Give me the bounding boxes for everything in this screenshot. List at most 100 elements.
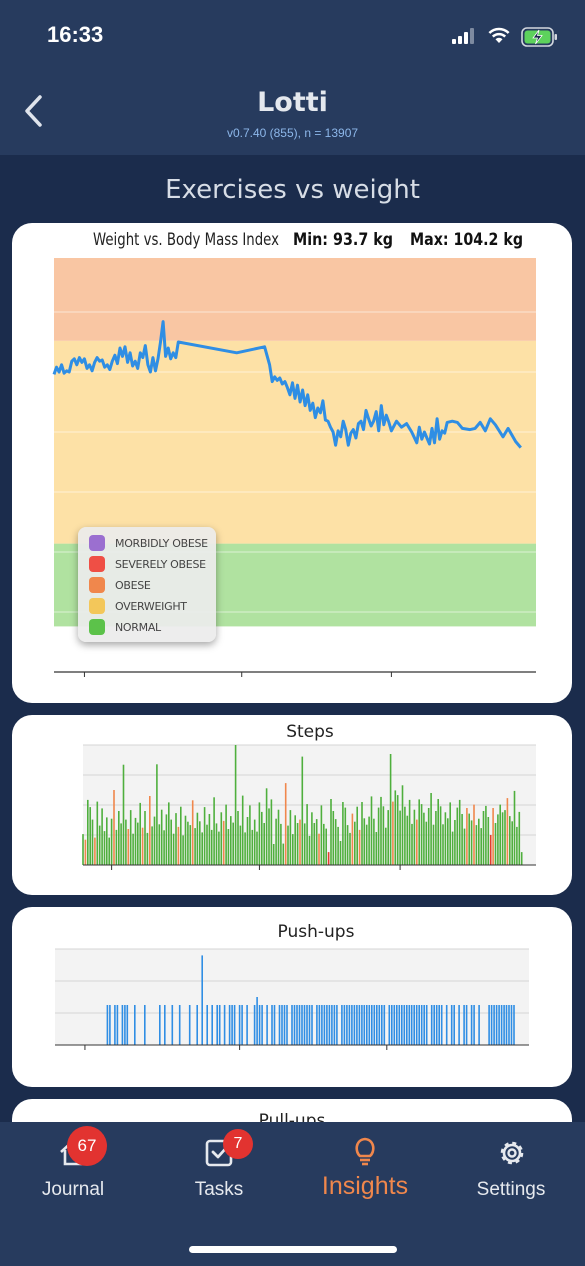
steps-bar	[444, 812, 447, 865]
pushups-bar	[233, 1005, 236, 1045]
pushups-bar	[328, 1005, 331, 1045]
steps-bar	[375, 832, 378, 865]
pushups-bar	[410, 1005, 413, 1045]
steps-bar	[504, 810, 506, 865]
pushups-bar	[293, 1005, 296, 1045]
pushups-bar	[381, 1005, 383, 1045]
pushups-bar	[438, 1005, 440, 1045]
steps-bar	[203, 807, 206, 865]
tab-journal[interactable]: 67 Journal	[3, 1122, 143, 1222]
pushups-bar	[291, 1005, 293, 1045]
steps-bar	[256, 831, 258, 865]
steps-bar	[406, 815, 409, 865]
tab-insights[interactable]: Insights	[295, 1122, 435, 1222]
wifi-icon	[488, 27, 510, 43]
steps-bar	[156, 764, 158, 865]
pushups-bar	[341, 1005, 343, 1045]
steps-bar	[120, 823, 122, 865]
pushups-bar	[495, 1005, 498, 1045]
steps-bar	[158, 824, 161, 865]
steps-bar	[437, 799, 439, 865]
pushups-bar	[109, 1005, 111, 1045]
steps-bar	[187, 821, 189, 865]
pushups-bar	[440, 1005, 443, 1045]
steps-bar	[325, 828, 327, 865]
pushups-bar	[430, 1005, 433, 1045]
steps-bar	[122, 764, 125, 865]
steps-bar	[430, 793, 432, 865]
legend-item-morbidly-obese: MORBIDLY OBESE	[89, 533, 208, 553]
pushups-bar	[458, 1005, 460, 1045]
steps-bar	[272, 844, 275, 865]
journal-badge: 67	[67, 1126, 107, 1166]
pushups-bar	[281, 1005, 283, 1045]
pushups-bar	[503, 1005, 505, 1045]
steps-bar	[194, 828, 196, 865]
pushups-bar	[124, 1005, 126, 1045]
pushups-bar	[388, 1005, 391, 1045]
legend-swatch	[89, 556, 105, 572]
steps-bar	[251, 829, 254, 865]
pushups-bar	[403, 1005, 406, 1045]
pushups-bar	[423, 1005, 425, 1045]
legend-swatch	[89, 577, 105, 593]
pushups-bar	[383, 1005, 386, 1045]
pushups-bar	[306, 1005, 308, 1045]
steps-bar	[244, 832, 246, 865]
pushups-bar	[498, 1005, 500, 1045]
steps-bar	[237, 811, 239, 865]
steps-bar	[511, 821, 513, 865]
steps-bar	[180, 806, 182, 865]
steps-bar	[163, 830, 165, 865]
steps-bar	[299, 819, 301, 865]
tab-settings[interactable]: Settings	[441, 1122, 581, 1222]
steps-bar	[451, 831, 454, 865]
steps-bar	[497, 814, 499, 865]
pushups-bar	[343, 1005, 346, 1045]
steps-bar	[196, 812, 199, 865]
steps-bar	[215, 823, 218, 865]
steps-bar	[82, 834, 84, 865]
tab-tasks[interactable]: 7 Tasks	[149, 1122, 289, 1222]
steps-bar	[284, 783, 287, 865]
steps-bar	[139, 802, 141, 865]
pushups-bar	[283, 1005, 286, 1045]
tab-insights-label: Insights	[321, 1172, 409, 1200]
steps-bar	[349, 832, 351, 865]
pushups-bar	[171, 1005, 174, 1045]
steps-bar	[408, 799, 411, 865]
pushups-bar	[393, 1005, 396, 1045]
pushups-bar	[470, 1005, 473, 1045]
pushups-bar	[363, 1005, 366, 1045]
page-title: Lotti	[257, 87, 328, 118]
steps-bar	[106, 817, 108, 865]
tab-tasks-label: Tasks	[194, 1179, 244, 1200]
steps-bar	[351, 813, 354, 865]
legend-label: MORBIDLY OBESE	[115, 536, 208, 550]
steps-bar	[470, 820, 473, 865]
steps-bar	[222, 820, 225, 865]
steps-bar	[427, 808, 430, 865]
pushups-bar	[366, 1005, 368, 1045]
pushups-bar	[206, 1005, 208, 1045]
pushups-bar	[353, 1005, 356, 1045]
lightbulb-icon	[355, 1137, 375, 1166]
steps-bar	[287, 825, 289, 865]
pushups-bar	[351, 1005, 353, 1045]
steps-bar	[358, 829, 361, 865]
pushups-bar	[463, 1005, 465, 1045]
steps-bar	[327, 852, 330, 865]
pushups-bar	[356, 1005, 358, 1045]
steps-bar	[346, 825, 349, 865]
steps-bar	[253, 819, 256, 865]
steps-bar	[127, 829, 130, 865]
pushups-bar	[228, 1005, 231, 1045]
steps-bar	[172, 833, 175, 865]
status-bar: 16:33	[0, 0, 585, 75]
pushups-bar	[106, 1005, 109, 1045]
pushups-bar	[271, 1005, 273, 1045]
steps-bar	[520, 852, 523, 865]
steps-bar	[330, 799, 332, 865]
steps-bar	[261, 811, 263, 865]
pushups-bar	[445, 1005, 448, 1045]
